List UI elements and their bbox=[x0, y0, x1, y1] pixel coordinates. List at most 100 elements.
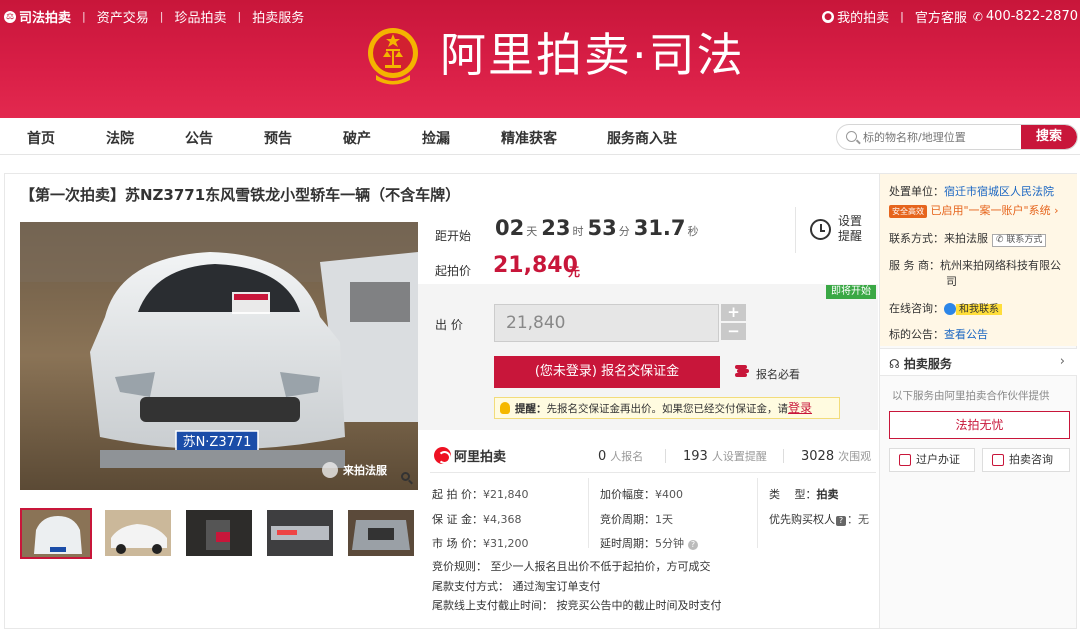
house-icon bbox=[899, 454, 911, 466]
detail-value: ¥4,368 bbox=[483, 513, 522, 526]
brand-link[interactable]: ⚖ 司法拍卖 bbox=[4, 7, 71, 26]
start-price-unit: 元 bbox=[568, 265, 581, 279]
chat-bubble-icon bbox=[992, 454, 1004, 466]
bid-input[interactable] bbox=[494, 304, 719, 342]
tip-prefix: 提醒： bbox=[515, 403, 547, 415]
detail-delay-cycle: 延时周期：5分钟? bbox=[600, 535, 698, 551]
registered-number: 0 bbox=[598, 449, 607, 464]
unit-hour: 时 bbox=[572, 225, 584, 238]
link-auction-service[interactable]: 拍卖服务 bbox=[252, 7, 304, 26]
service-header[interactable]: ☊ 拍卖服务 › bbox=[880, 348, 1077, 376]
ali-logo-icon bbox=[434, 447, 451, 464]
view-unit: 次围观 bbox=[838, 450, 872, 463]
notice-row: 标的公告：查看公告 bbox=[889, 326, 988, 342]
thumbnail-4[interactable] bbox=[267, 510, 333, 556]
nav-precise-customers[interactable]: 精准获客 bbox=[501, 128, 557, 148]
detail-value: ¥400 bbox=[655, 488, 683, 501]
gavel-icon: ⚖ bbox=[4, 10, 16, 23]
globe-icon: ● bbox=[822, 10, 835, 23]
search-input[interactable] bbox=[863, 129, 1023, 146]
headset-icon: ☊ bbox=[889, 357, 900, 371]
ali-auction-logo: 阿里拍卖 bbox=[434, 446, 506, 465]
detail-value: ：无 bbox=[847, 513, 869, 526]
start-price-value: 21,840 bbox=[493, 253, 578, 278]
alarm-clock-icon[interactable] bbox=[810, 219, 831, 240]
detail-value: ¥31,200 bbox=[483, 537, 529, 550]
thumbnail-3[interactable] bbox=[186, 510, 252, 556]
court-emblem-icon bbox=[368, 28, 418, 85]
nav-home[interactable]: 首页 bbox=[27, 128, 55, 148]
detail-label: 保 证 金： bbox=[432, 513, 483, 526]
thumbnail-image bbox=[348, 510, 414, 556]
search-icon bbox=[846, 131, 857, 142]
ali-logo-text: 阿里拍卖 bbox=[454, 450, 507, 465]
top-right-links: ● 我的拍卖 | 官方客服 ✆ 400-822-2870 bbox=[822, 7, 1078, 26]
must-read-link[interactable]: 报名必看 bbox=[756, 366, 800, 382]
detail-deposit: 保 证 金：¥4,368 bbox=[432, 511, 522, 527]
set-reminder-button[interactable]: 设置提醒 bbox=[838, 214, 864, 244]
detail-label: 起 拍 价： bbox=[432, 488, 483, 501]
notice-label: 标的公告： bbox=[889, 328, 944, 341]
top-links: ⚖ 司法拍卖 | 资产交易 | 珍品拍卖 | 拍卖服务 bbox=[4, 7, 304, 26]
nav-court[interactable]: 法院 bbox=[106, 128, 134, 148]
main-photo[interactable]: 苏N·Z3771 来拍法服 bbox=[20, 222, 418, 490]
chevron-down-icon[interactable]: › bbox=[1051, 204, 1058, 217]
divider bbox=[588, 478, 589, 548]
nav-provider-join[interactable]: 服务商入驻 bbox=[607, 128, 677, 148]
info-icon[interactable]: ? bbox=[836, 516, 846, 526]
legal-auction-worry-free-button[interactable]: 法拍无忧 bbox=[889, 411, 1070, 439]
link-asset-trade[interactable]: 资产交易 bbox=[97, 7, 149, 26]
thumbnail-2[interactable] bbox=[105, 510, 171, 556]
my-auction-link[interactable]: 我的拍卖 bbox=[837, 7, 889, 26]
nav-notice[interactable]: 公告 bbox=[185, 128, 213, 148]
account-row: 安全高效 已启用"一案一账户"系统 › bbox=[889, 202, 1059, 218]
transfer-button[interactable]: 过户办证 bbox=[889, 448, 975, 472]
detail-label: 优先购买权人 bbox=[769, 513, 835, 526]
register-deposit-button[interactable]: (您未登录) 报名交保证金 bbox=[494, 356, 720, 388]
service-note: 以下服务由阿里拍卖合作伙伴提供 bbox=[892, 390, 1050, 402]
link-treasure-auction[interactable]: 珍品拍卖 bbox=[174, 7, 226, 26]
detail-label: 加价幅度： bbox=[600, 488, 655, 501]
increase-bid-button[interactable]: + bbox=[721, 304, 746, 321]
unit-second: 秒 bbox=[687, 225, 699, 238]
chevron-right-icon: › bbox=[1059, 354, 1065, 369]
divider: | bbox=[82, 10, 86, 23]
login-link[interactable]: 登录 bbox=[788, 401, 812, 415]
start-price-label: 起拍价 bbox=[435, 264, 472, 278]
coins-icon bbox=[735, 365, 751, 377]
nav-bargain[interactable]: 捡漏 bbox=[422, 128, 450, 148]
decrease-bid-button[interactable]: − bbox=[721, 323, 746, 340]
unit-day: 天 bbox=[526, 225, 538, 238]
provider-row-wrap: 司 bbox=[946, 275, 957, 288]
lightbulb-icon bbox=[500, 402, 510, 414]
view-notice-link[interactable]: 查看公告 bbox=[944, 328, 988, 341]
detail-value: ¥21,840 bbox=[483, 488, 529, 501]
consult-button[interactable]: 拍卖咨询 bbox=[982, 448, 1070, 472]
divider: | bbox=[159, 10, 164, 23]
customer-service-link[interactable]: 官方客服 bbox=[915, 7, 967, 26]
nav-bankruptcy[interactable]: 破产 bbox=[343, 128, 371, 148]
nav-preview[interactable]: 预告 bbox=[264, 128, 292, 148]
help-icon[interactable]: ? bbox=[688, 540, 698, 550]
site-logo[interactable]: 阿里拍卖·司法 bbox=[366, 25, 745, 85]
provider-label: 服 务 商： bbox=[889, 259, 940, 272]
detail-label: 市 场 价： bbox=[432, 537, 483, 550]
chat-icon[interactable] bbox=[944, 303, 956, 315]
plate-text: 苏N·Z3771 bbox=[183, 434, 252, 450]
contact-me-button[interactable]: 和我联系 bbox=[956, 304, 1002, 315]
detail-start-price: 起 拍 价：¥21,840 bbox=[432, 486, 529, 502]
account-system-text[interactable]: 已启用"一案一账户"系统 bbox=[931, 204, 1051, 217]
thumbnail-image bbox=[186, 510, 252, 556]
thumbnail-5[interactable] bbox=[348, 510, 414, 556]
online-consult-row: 在线咨询： 和我联系 bbox=[889, 300, 1002, 316]
org-link[interactable]: 宿迁市宿城区人民法院 bbox=[944, 185, 1054, 198]
detail-label: 延时周期： bbox=[600, 537, 655, 550]
countdown-minutes: 53 bbox=[587, 216, 617, 240]
contact-method-button[interactable]: ✆ 联系方式 bbox=[992, 234, 1047, 247]
reminder-count: 193 人设置提醒 bbox=[683, 448, 767, 464]
zoom-icon[interactable] bbox=[401, 472, 413, 485]
transfer-label: 过户办证 bbox=[916, 453, 960, 466]
thumbnail-1[interactable] bbox=[20, 508, 92, 559]
divider: | bbox=[237, 10, 242, 23]
search-button[interactable]: 搜索 bbox=[1021, 125, 1077, 149]
